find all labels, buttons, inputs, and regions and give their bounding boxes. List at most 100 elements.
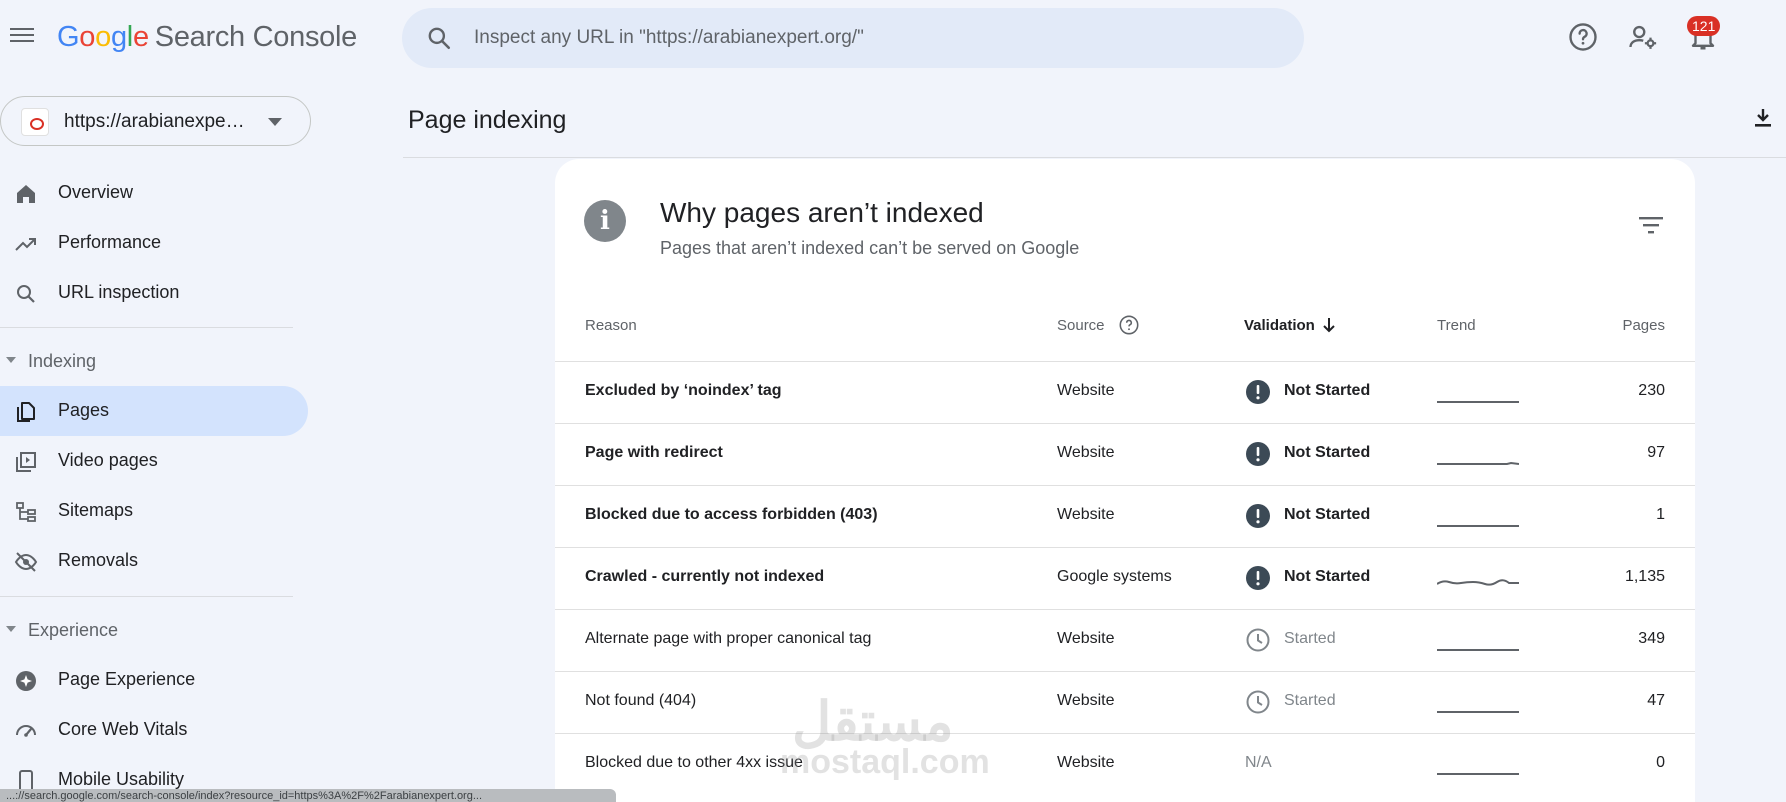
watermark-arabic: مستقل <box>792 692 954 752</box>
download-icon[interactable] <box>1751 106 1775 130</box>
table-row[interactable]: Not found (404) Website Started 47 <box>555 671 1695 733</box>
main-menu-icon[interactable] <box>10 24 36 48</box>
sort-descending-arrow-icon[interactable] <box>1320 315 1338 335</box>
card-subtitle: Pages that aren’t indexed can’t be serve… <box>660 238 1080 258</box>
column-header-pages[interactable]: Pages <box>1622 317 1665 334</box>
notification-count-badge: 121 <box>1687 16 1721 36</box>
row-reason: Excluded by ‘noindex’ tag <box>585 382 782 399</box>
logo-letter: G <box>57 21 80 53</box>
trending-up-icon <box>15 238 36 251</box>
sidebar-section-indexing[interactable]: Indexing <box>0 341 300 381</box>
row-validation-status: Not Started <box>1284 444 1371 461</box>
user-settings-icon[interactable] <box>1628 22 1658 52</box>
row-pages-count: 1,135 <box>1624 568 1665 585</box>
info-icon: i <box>584 200 626 242</box>
sidebar-item-label: Page Experience <box>58 669 196 689</box>
sidebar-divider <box>0 596 293 597</box>
sidebar-item-overview[interactable]: Overview <box>0 168 308 218</box>
sidebar-item-video-pages[interactable]: Video pages <box>0 436 308 486</box>
home-icon <box>17 185 35 203</box>
row-pages-count: 97 <box>1647 444 1665 461</box>
sidebar-section-experience[interactable]: Experience <box>0 610 300 650</box>
table-row[interactable]: Alternate page with proper canonical tag… <box>555 609 1695 671</box>
row-pages-count: 230 <box>1638 382 1665 399</box>
sidebar-item-label: Removals <box>58 550 139 570</box>
collapse-triangle-icon <box>6 357 16 363</box>
row-source: Website <box>1057 754 1115 771</box>
sitemap-icon <box>16 502 36 522</box>
sidebar-item-page-experience[interactable]: Page Experience <box>0 655 308 705</box>
link-status-bar: ...://search.google.com/search-console/i… <box>0 789 616 802</box>
help-circle-icon[interactable] <box>1118 314 1140 336</box>
sidebar-item-label: Mobile Usability <box>58 769 185 789</box>
sidebar-item-core-web-vitals[interactable]: Core Web Vitals <box>0 705 308 755</box>
row-validation-status: Started <box>1284 692 1336 709</box>
table-row[interactable]: Crawled - currently not indexed Google sy… <box>555 547 1695 609</box>
page-experience-icon <box>16 671 36 691</box>
column-header-source[interactable]: Source <box>1057 317 1105 334</box>
column-header-trend: Trend <box>1437 317 1476 334</box>
google-search-console-logo[interactable]: Google Search Console <box>57 21 357 54</box>
sidebar-item-label: Video pages <box>58 450 158 470</box>
table-row[interactable]: Blocked due to access forbidden (403) Web… <box>555 485 1695 547</box>
property-label: https://arabianexpert.org/ <box>64 111 249 132</box>
sidebar-item-label: URL inspection <box>58 282 180 302</box>
row-source: Website <box>1057 630 1115 647</box>
help-icon[interactable] <box>1568 22 1598 52</box>
search-input[interactable] <box>474 22 1274 54</box>
watermark: مستقل mostaql.com <box>780 690 990 782</box>
column-header-validation[interactable]: Validation <box>1244 317 1315 334</box>
row-validation-status: Not Started <box>1284 506 1371 523</box>
sidebar-item-sitemaps[interactable]: Sitemaps <box>0 486 308 536</box>
row-source: Website <box>1057 444 1115 461</box>
filter-icon[interactable] <box>1637 214 1665 236</box>
logo-product: Search Console <box>154 21 357 53</box>
row-pages-count: 1 <box>1656 506 1665 523</box>
row-reason: Blocked due to other 4xx issue <box>585 754 803 771</box>
table-row[interactable]: Page with redirect Website Not Started 97 <box>555 423 1695 485</box>
row-source: Website <box>1057 692 1115 709</box>
sidebar-item-pages[interactable]: Pages <box>0 386 308 436</box>
not-started-alert-icon <box>1246 504 1270 528</box>
trend-sparkline <box>1437 649 1519 651</box>
pages-icon <box>17 402 35 422</box>
trend-sparkline <box>1437 773 1519 775</box>
row-reason: Page with redirect <box>585 444 723 461</box>
trend-sparkline <box>1437 711 1519 713</box>
search-icon[interactable] <box>426 25 452 51</box>
row-reason: Crawled - currently not indexed <box>585 568 825 585</box>
table-row[interactable]: Blocked due to other 4xx issue Website N/A… <box>555 733 1695 795</box>
row-reason: Blocked due to access forbidden (403) <box>585 506 878 523</box>
not-started-alert-icon <box>1246 380 1270 404</box>
row-reason: Not found (404) <box>585 692 697 709</box>
clock-icon <box>1246 690 1270 714</box>
logo-letter: o <box>79 21 96 53</box>
sidebar-item-label: Pages <box>58 400 110 420</box>
url-inspection-search-bar[interactable] <box>402 8 1304 68</box>
header-divider <box>403 157 1786 158</box>
not-started-alert-icon <box>1246 566 1270 590</box>
sidebar-item-url-inspection[interactable]: URL inspection <box>0 268 308 318</box>
row-validation-status: Not Started <box>1284 568 1371 585</box>
row-pages-count: 47 <box>1647 692 1665 709</box>
not-started-alert-icon <box>1246 442 1270 466</box>
row-source: Google systems <box>1057 568 1172 585</box>
sidebar-item-label: Sitemaps <box>58 500 134 520</box>
dropdown-caret-icon <box>268 118 282 126</box>
sidebar-item-removals[interactable]: Removals <box>0 536 308 586</box>
collapse-triangle-icon <box>6 626 16 632</box>
table-row[interactable]: Excluded by ‘noindex’ tag Website Not Star… <box>555 361 1695 423</box>
speedometer-icon <box>16 725 36 737</box>
row-validation-status: Not Started <box>1284 382 1371 399</box>
property-selector[interactable]: https://arabianexpert.org/ <box>0 96 311 146</box>
sidebar-item-performance[interactable]: Performance <box>0 218 308 268</box>
page-title: Page indexing <box>408 106 567 134</box>
sidebar-item-label: Overview <box>58 182 134 202</box>
search-icon <box>17 285 35 303</box>
column-header-reason[interactable]: Reason <box>585 317 637 334</box>
logo-letter: e <box>132 21 149 53</box>
sidebar-item-label: Core Web Vitals <box>58 719 188 739</box>
trend-sparkline <box>1437 579 1519 586</box>
row-validation-status: N/A <box>1245 754 1272 771</box>
section-label: Experience <box>28 620 119 640</box>
